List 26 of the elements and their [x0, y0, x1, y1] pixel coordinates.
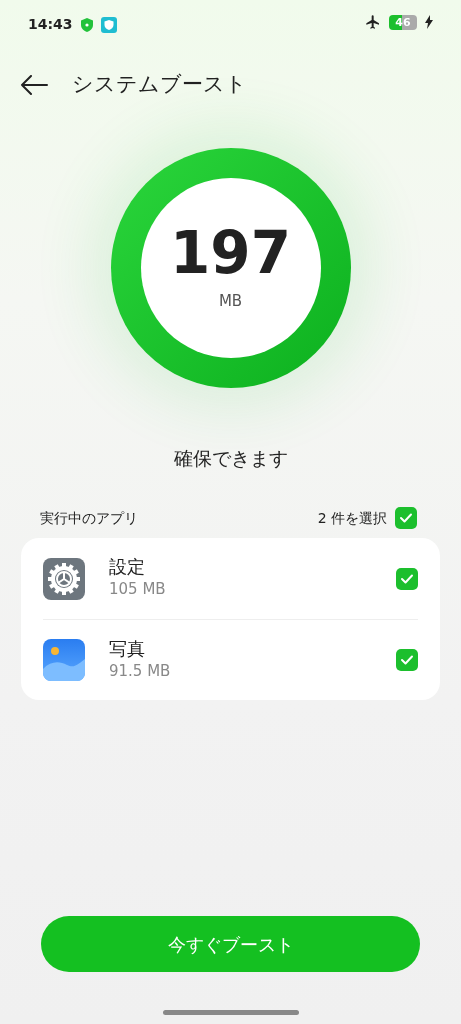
section-title: 実行中のアプリ [40, 508, 138, 528]
status-time: 14:43 [28, 15, 73, 34]
freed-amount: 197 [169, 223, 292, 282]
caption: 確保できます [173, 445, 288, 471]
checkbox[interactable] [396, 567, 418, 590]
gear-icon [43, 557, 85, 600]
app-name: 設定 [109, 556, 145, 579]
app-size: 105 MB [109, 579, 166, 601]
shield-icon [80, 17, 93, 32]
checkmark-icon [400, 572, 414, 585]
shield-icon [100, 16, 117, 33]
home-indicator[interactable] [162, 1010, 299, 1015]
airplane-icon [365, 14, 381, 30]
checkmark-icon [399, 512, 413, 524]
app-name: 写真 [109, 637, 145, 660]
app-size: 91.5 MB [109, 660, 171, 682]
checkbox[interactable] [395, 507, 417, 529]
page-title: システムブースト [72, 71, 247, 99]
selected-count: 2 件を選択 [317, 508, 387, 528]
checkmark-icon [400, 654, 414, 666]
photos-app-icon [43, 639, 85, 681]
charging-icon [425, 15, 433, 29]
unit-label: MB [218, 290, 243, 312]
checkbox[interactable] [396, 649, 418, 671]
back-button[interactable] [20, 75, 48, 95]
boost-button[interactable]: 今すぐブースト [41, 916, 420, 972]
